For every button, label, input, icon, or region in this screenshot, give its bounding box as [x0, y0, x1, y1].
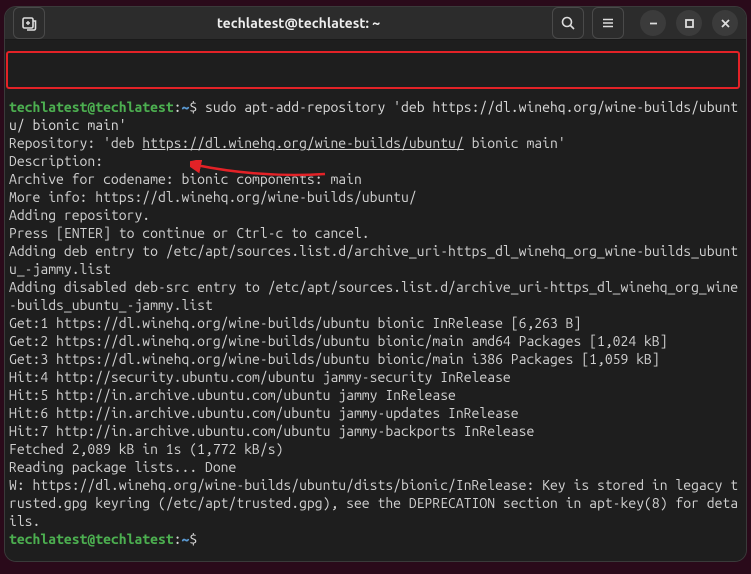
window-controls: [640, 10, 738, 36]
output-line: Get:1 https://dl.winehq.org/wine-builds/…: [9, 315, 581, 331]
output-line: W: https://dl.winehq.org/wine-builds/ubu…: [9, 477, 738, 529]
window-title: techlatest@techlatest: ~: [53, 15, 544, 31]
close-button[interactable]: [712, 10, 738, 36]
search-button[interactable]: [552, 7, 584, 39]
maximize-button[interactable]: [676, 10, 702, 36]
terminal-body[interactable]: techlatest@techlatest:~$ sudo apt-add-re…: [5, 40, 746, 562]
minimize-icon: [648, 18, 659, 29]
output-line: More info: https://dl.winehq.org/wine-bu…: [9, 189, 417, 205]
output-line: Hit:5 http://in.archive.ubuntu.com/ubunt…: [9, 387, 456, 403]
output-line: Hit:7 http://in.archive.ubuntu.com/ubunt…: [9, 423, 534, 439]
terminal-window: techlatest@techlatest: ~ techlatest@tech…: [4, 6, 747, 562]
output-line: Reading package lists... Done: [9, 459, 236, 475]
output-line: Hit:6 http://in.archive.ubuntu.com/ubunt…: [9, 405, 519, 421]
maximize-icon: [684, 18, 695, 29]
new-tab-button[interactable]: [13, 7, 45, 39]
repo-url-link[interactable]: https://dl.winehq.org/wine-builds/ubuntu…: [142, 135, 463, 151]
prompt-line-2: techlatest@techlatest:~$: [9, 531, 197, 547]
prompt-user-host: techlatest@techlatest: [9, 99, 174, 115]
output-line: Get:3 https://dl.winehq.org/wine-builds/…: [9, 351, 660, 367]
output-line: Hit:4 http://security.ubuntu.com/ubuntu …: [9, 369, 511, 385]
output-line: Adding disabled deb-src entry to /etc/ap…: [9, 279, 738, 313]
menu-button[interactable]: [592, 7, 624, 39]
new-tab-icon: [21, 15, 37, 31]
prompt-line-1: techlatest@techlatest:~$ sudo apt-add-re…: [9, 99, 738, 133]
output-line: Repository: 'deb https://dl.winehq.org/w…: [9, 135, 566, 151]
output-line: Adding repository.: [9, 207, 150, 223]
output-line: Fetched 2,089 kB in 1s (1,772 kB/s): [9, 441, 283, 457]
titlebar: techlatest@techlatest: ~: [5, 7, 746, 40]
output-line: Archive for codename: bionic components:…: [9, 171, 362, 187]
minimize-button[interactable]: [640, 10, 666, 36]
output-line: Get:2 https://dl.winehq.org/wine-builds/…: [9, 333, 668, 349]
output-line: Description:: [9, 153, 103, 169]
output-line: Press [ENTER] to continue or Ctrl-c to c…: [9, 225, 370, 241]
output-line: Adding deb entry to /etc/apt/sources.lis…: [9, 243, 738, 277]
command-highlight-annotation: [6, 51, 740, 89]
search-icon: [560, 15, 576, 31]
menu-icon: [600, 15, 616, 31]
prompt-user-host: techlatest@techlatest: [9, 531, 174, 547]
close-icon: [720, 18, 731, 29]
